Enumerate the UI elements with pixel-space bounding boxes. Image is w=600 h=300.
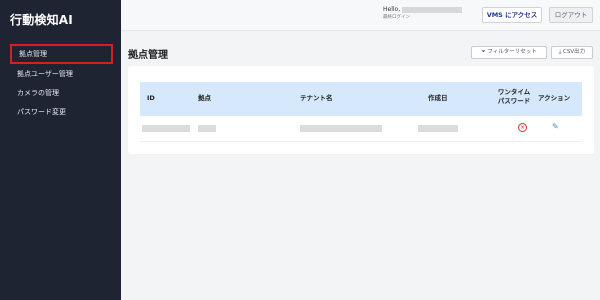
app-title: 行動検知AI (10, 13, 73, 27)
cell-created-redacted (418, 125, 458, 132)
csv-export-button[interactable]: ⤓ CSV出力 (551, 46, 593, 59)
column-header-id: ID (147, 94, 155, 102)
sidebar-item-password[interactable]: パスワード変更 (0, 103, 121, 122)
sidebar-item-site-management[interactable]: 拠点管理 (10, 44, 113, 64)
cell-tenant-redacted (300, 125, 382, 132)
column-header-action: アクション (538, 94, 571, 102)
greeting-text: Hello, (383, 6, 401, 13)
column-header-otp-line1: ワンタイム (497, 88, 531, 96)
column-header-site: 拠点 (198, 94, 211, 102)
top-bar: Hello, 最終ログイン VMS にアクセス ログアウト (121, 0, 600, 31)
edit-icon[interactable]: ✎ (552, 122, 559, 132)
filter-reset-button[interactable]: ⏷ フィルターリセット (471, 46, 547, 59)
user-name-redacted (402, 6, 463, 13)
column-header-created: 作成日 (428, 94, 448, 102)
cell-site-redacted (198, 125, 216, 132)
column-header-tenant: テナント名 (300, 94, 333, 102)
column-header-otp-line2: パスワード (497, 97, 531, 105)
cell-id-redacted (142, 125, 190, 132)
sidebar-item-cameras[interactable]: カメラの管理 (0, 84, 121, 103)
table-header: ID 拠点 テナント名 作成日 ワンタイム パスワード アクション (140, 82, 582, 116)
logout-button[interactable]: ログアウト (549, 7, 593, 23)
sidebar-nav: 拠点管理 拠点ユーザー管理 カメラの管理 パスワード変更 (0, 44, 121, 122)
sites-table-card: ID 拠点 テナント名 作成日 ワンタイム パスワード アクション × ✎ (128, 66, 594, 154)
last-login-text: 最終ログイン (383, 15, 410, 20)
table-row: × ✎ (140, 116, 582, 142)
sidebar: 行動検知AI 拠点管理 拠点ユーザー管理 カメラの管理 パスワード変更 (0, 0, 121, 300)
column-header-otp: ワンタイム パスワード (494, 88, 534, 106)
close-circle-icon[interactable]: × (518, 123, 527, 132)
vms-access-button[interactable]: VMS にアクセス (482, 7, 542, 23)
sidebar-item-site-users[interactable]: 拠点ユーザー管理 (0, 65, 121, 84)
user-greeting: Hello, 最終ログイン (383, 6, 463, 21)
page-title: 拠点管理 (128, 50, 168, 61)
